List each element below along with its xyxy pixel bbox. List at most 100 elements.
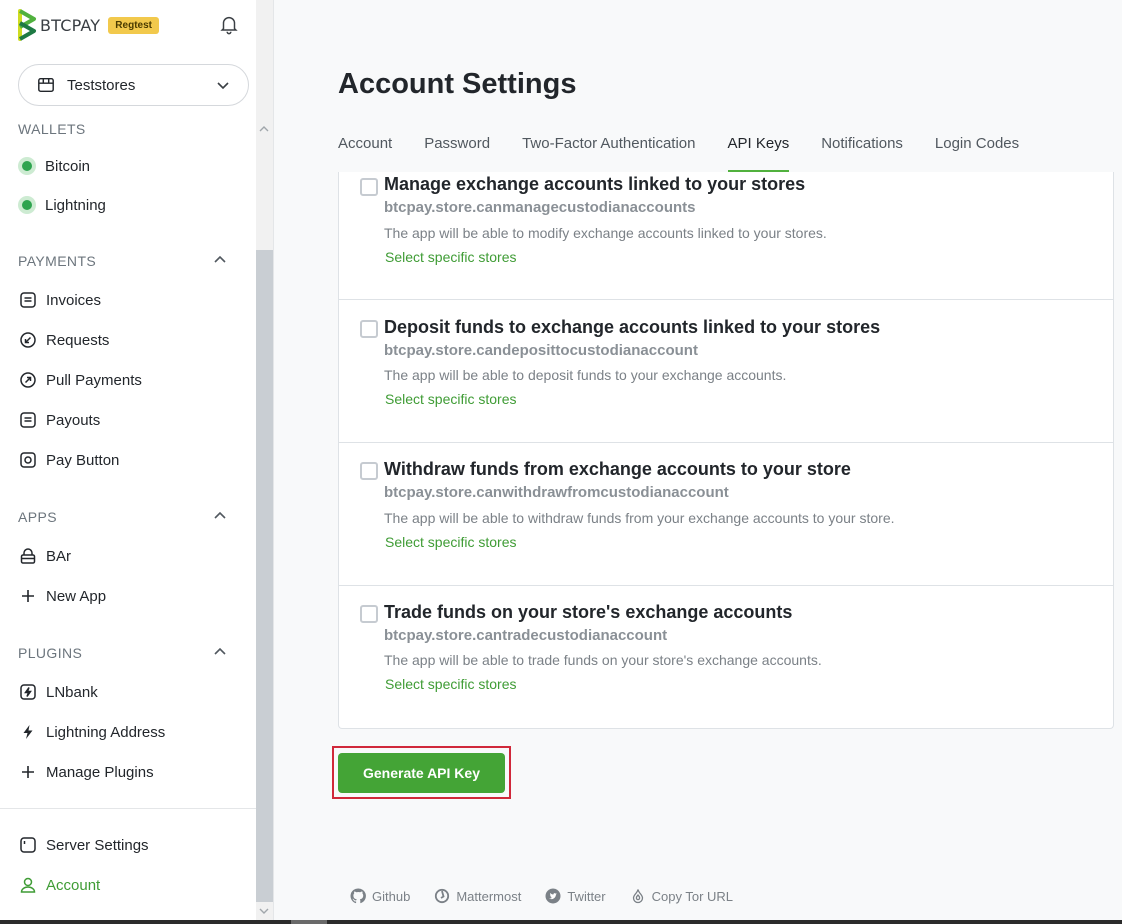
sidebar-item-label: Lightning (45, 196, 106, 214)
btcpay-logo-icon (18, 9, 36, 41)
permission-checkbox[interactable] (360, 320, 378, 338)
sidebar-item-pay-button[interactable]: Pay Button (18, 447, 119, 473)
wallet-status-dot (18, 196, 36, 214)
permission-title: Manage exchange accounts linked to your … (384, 174, 806, 194)
select-specific-stores-link[interactable]: Select specific stores (385, 534, 517, 550)
sidebar-divider (0, 808, 256, 809)
permission-title: Deposit funds to exchange accounts linke… (384, 317, 881, 337)
server-icon (18, 835, 38, 855)
footer-link-label: Twitter (567, 888, 606, 904)
lnbank-icon (18, 682, 38, 702)
pull-payments-icon (18, 370, 38, 390)
notifications-bell-icon[interactable] (218, 13, 240, 35)
chevron-up-icon[interactable] (213, 645, 227, 659)
sidebar-item-invoices[interactable]: Invoices (18, 287, 101, 313)
wallet-status-dot (18, 157, 36, 175)
sidebar-item-account[interactable]: Account (18, 872, 100, 898)
select-specific-stores-link[interactable]: Select specific stores (385, 249, 517, 265)
wallets-section-title: WALLETS (18, 121, 86, 137)
permission-key: btcpay.store.cantradecustodianaccount (384, 627, 668, 644)
store-icon (38, 77, 54, 93)
brand-logo[interactable]: BTCPAY Regtest (18, 8, 159, 42)
tab-login-codes[interactable]: Login Codes (935, 135, 1019, 175)
sidebar-item-lightning[interactable]: Lightning (18, 192, 106, 218)
settings-tabs: Account Password Two-Factor Authenticati… (338, 135, 1051, 175)
tab-account[interactable]: Account (338, 135, 392, 175)
footer-link-mattermost[interactable]: Mattermost (434, 888, 521, 904)
lightning-bolt-icon (18, 722, 38, 742)
select-specific-stores-link[interactable]: Select specific stores (385, 391, 517, 407)
sidebar-item-label: LNbank (46, 683, 98, 701)
footer-link-twitter[interactable]: Twitter (545, 888, 606, 904)
plus-icon (18, 586, 38, 606)
sidebar-item-new-app[interactable]: New App (18, 583, 106, 609)
sidebar-item-bitcoin[interactable]: Bitcoin (18, 153, 90, 179)
invoice-icon (18, 290, 38, 310)
permission-checkbox[interactable] (360, 462, 378, 480)
permission-item: Manage exchange accounts linked to your … (339, 172, 1113, 300)
app-lock-icon (18, 546, 38, 566)
sidebar-scrollbar-thumb[interactable] (256, 250, 273, 902)
sidebar-item-label: Invoices (46, 291, 102, 309)
permission-description: The app will be able to withdraw funds f… (384, 510, 895, 526)
scroll-down-arrow-icon[interactable] (258, 906, 270, 916)
window-bottom-edge-segment (291, 920, 327, 924)
permission-key: btcpay.store.canmanagecustodianaccounts (384, 199, 696, 216)
select-specific-stores-link[interactable]: Select specific stores (385, 676, 517, 692)
chevron-up-icon[interactable] (213, 509, 227, 523)
chevron-up-icon[interactable] (213, 253, 227, 267)
sidebar-item-label: New App (46, 587, 107, 605)
permission-item: Withdraw funds from exchange accounts to… (339, 443, 1113, 586)
sidebar-item-label: BAr (46, 547, 72, 565)
sidebar-item-manage-plugins[interactable]: Manage Plugins (18, 759, 154, 785)
tab-api-keys[interactable]: API Keys (727, 135, 789, 175)
sidebar-item-label: Requests (46, 331, 110, 349)
permission-checkbox[interactable] (360, 605, 378, 623)
plugins-section-title: PLUGINS (18, 645, 83, 661)
sidebar-item-requests[interactable]: Requests (18, 327, 109, 353)
page-title: Account Settings (338, 68, 577, 100)
permission-key: btcpay.store.candeposittocustodianaccoun… (384, 342, 698, 359)
sidebar-item-label: Payouts (46, 411, 101, 429)
sidebar-item-label: Manage Plugins (46, 763, 154, 781)
permission-item: Deposit funds to exchange accounts linke… (339, 300, 1113, 443)
tor-icon (632, 889, 643, 904)
tab-password[interactable]: Password (424, 135, 490, 175)
permissions-list: Manage exchange accounts linked to your … (338, 172, 1114, 729)
github-icon (350, 888, 366, 904)
store-name: Teststores (67, 76, 136, 94)
pay-button-icon (18, 450, 38, 470)
sidebar-item-lightning-address[interactable]: Lightning Address (18, 719, 165, 745)
sidebar-item-label: Account (46, 876, 101, 894)
footer-link-copy-tor-url[interactable]: Copy Tor URL (630, 888, 733, 904)
sidebar-item-payouts[interactable]: Payouts (18, 407, 100, 433)
payouts-icon (18, 410, 38, 430)
apps-section-title: APPS (18, 509, 57, 525)
generate-api-key-button[interactable]: Generate API Key (338, 753, 505, 793)
permission-checkbox[interactable] (360, 178, 378, 196)
sidebar-item-lnbank[interactable]: LNbank (18, 679, 98, 705)
scroll-up-arrow-icon[interactable] (258, 124, 270, 134)
sidebar-item-label: Pay Button (46, 451, 120, 469)
footer-link-label: Copy Tor URL (651, 888, 734, 904)
footer-link-label: Mattermost (456, 888, 522, 904)
sidebar-item-pull-payments[interactable]: Pull Payments (18, 367, 142, 393)
user-icon (18, 875, 38, 895)
brand-name: BTCPAY (40, 15, 101, 35)
twitter-icon (545, 888, 561, 904)
tab-two-factor-authentication[interactable]: Two-Factor Authentication (522, 135, 695, 175)
requests-icon (18, 330, 38, 350)
sidebar: BTCPAY Regtest Teststores WALLETS Bitcoi… (0, 0, 274, 924)
sidebar-item-label: Pull Payments (46, 371, 142, 389)
window-bottom-edge (0, 920, 1122, 924)
footer-link-github[interactable]: Github (350, 888, 410, 904)
mattermost-icon (435, 888, 450, 904)
sidebar-item-bar[interactable]: BAr (18, 543, 71, 569)
chevron-down-icon (217, 82, 229, 90)
store-selector[interactable]: Teststores (18, 64, 249, 106)
sidebar-item-server-settings[interactable]: Server Settings (18, 832, 149, 858)
permission-description: The app will be able to deposit funds to… (384, 367, 787, 383)
permission-key: btcpay.store.canwithdrawfromcustodianacc… (384, 484, 729, 501)
tab-notifications[interactable]: Notifications (821, 135, 903, 175)
plus-icon (18, 762, 38, 782)
